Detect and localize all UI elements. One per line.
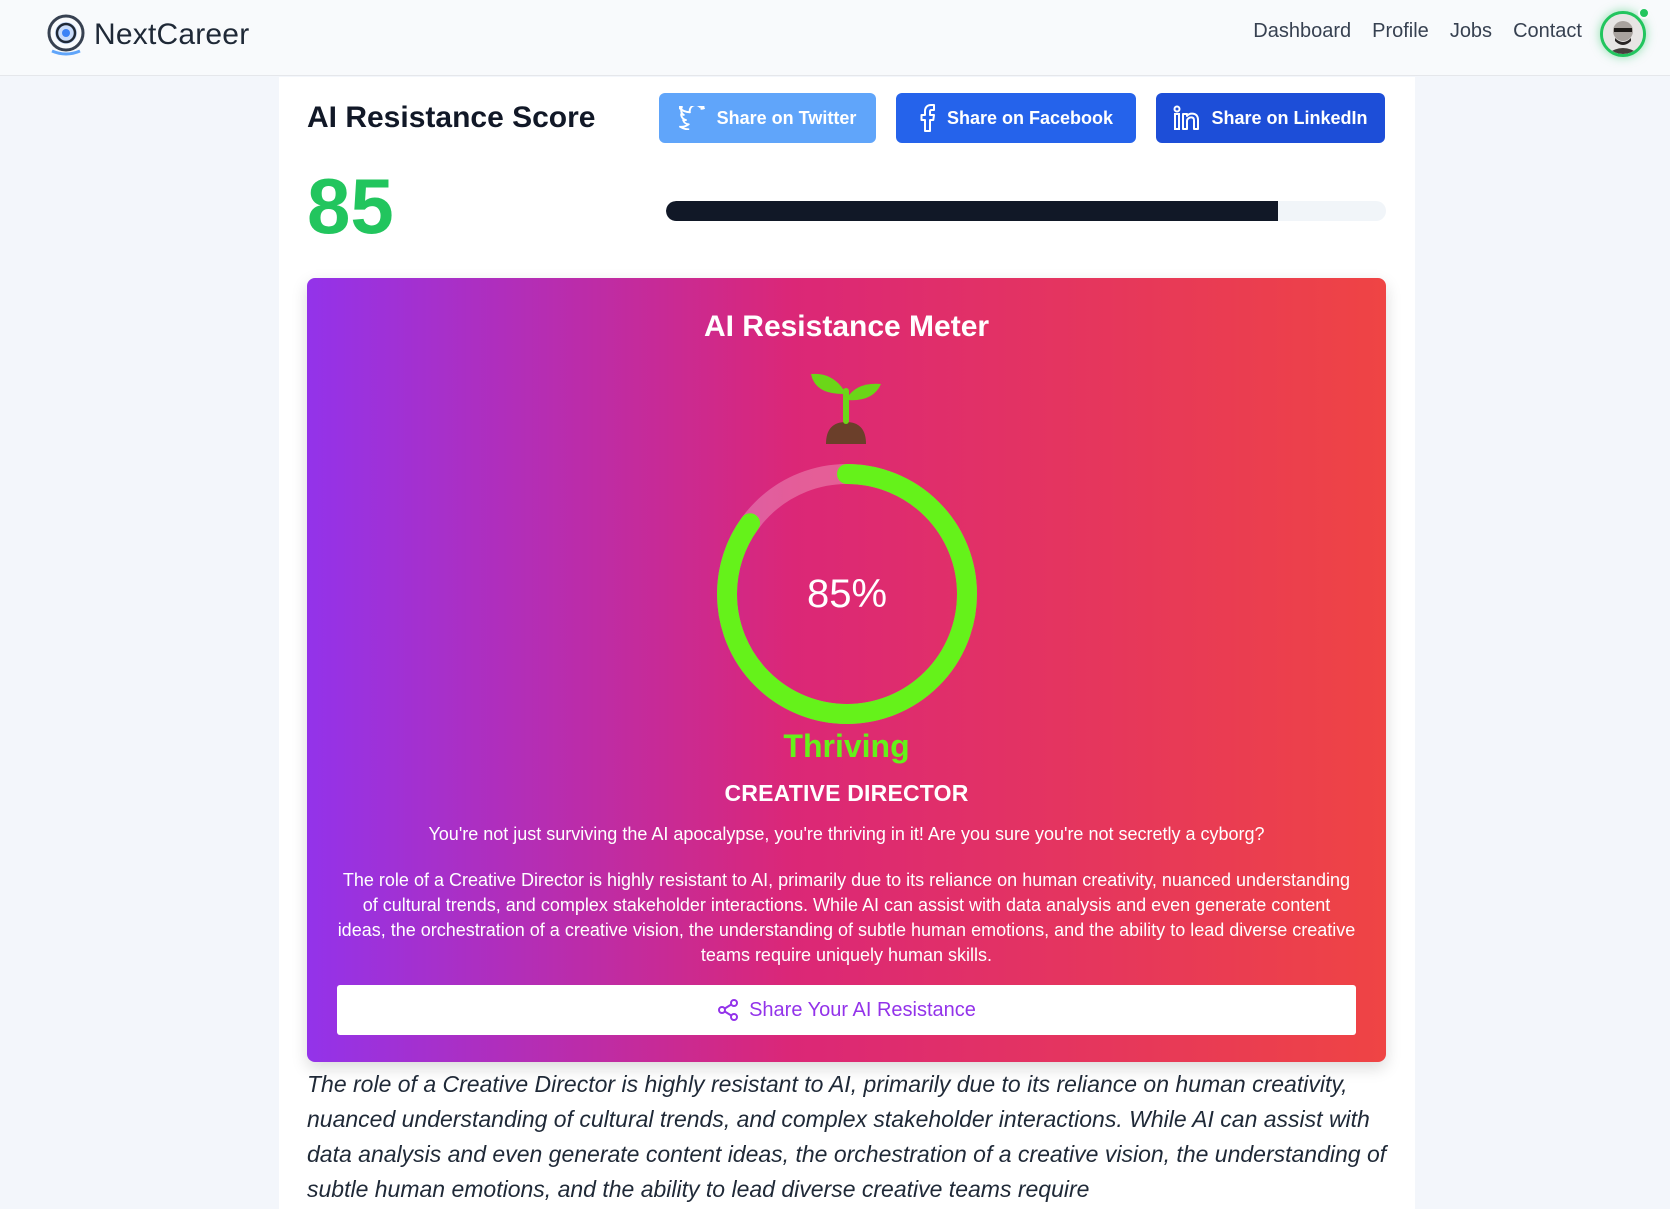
- user-avatar-button[interactable]: [1600, 7, 1650, 57]
- page-title: AI Resistance Score: [307, 101, 596, 134]
- analysis-text: The role of a Creative Director is highl…: [307, 1071, 1387, 1202]
- online-status-dot: [1638, 7, 1650, 19]
- score-progress-bar: [666, 201, 1386, 221]
- nav-dashboard[interactable]: Dashboard: [1253, 20, 1351, 43]
- share-twitter-label: Share on Twitter: [716, 107, 857, 128]
- meter-percent: 85%: [806, 571, 888, 616]
- score-value: 85: [307, 162, 394, 250]
- share-linkedin-label: Share on LinkedIn: [1211, 107, 1368, 128]
- share-buttons: Share on Twitter Share on Facebook Share…: [659, 93, 1385, 143]
- share-facebook-button[interactable]: Share on Facebook: [896, 93, 1136, 143]
- share-ai-resistance-button[interactable]: Share Your AI Resistance: [337, 985, 1356, 1035]
- nextcareer-logo-icon: [47, 14, 85, 56]
- nav-profile[interactable]: Profile: [1372, 20, 1429, 43]
- share-linkedin-button[interactable]: Share on LinkedIn: [1156, 93, 1385, 143]
- share-icon: [718, 999, 739, 1021]
- nav-jobs[interactable]: Jobs: [1450, 20, 1492, 43]
- linkedin-icon: [1173, 105, 1200, 130]
- twitter-icon: [678, 106, 705, 130]
- resistance-meter-card: AI Resistance Meter 85% Thriving CREATIV…: [307, 278, 1386, 1062]
- resistance-status: Thriving: [783, 728, 910, 764]
- brand-name: NextCareer: [94, 18, 250, 51]
- avatar-face-icon: [1603, 14, 1643, 54]
- meter-quip: You're not just surviving the AI apocaly…: [428, 824, 1265, 844]
- meter-title: AI Resistance Meter: [703, 310, 990, 343]
- user-avatar: [1600, 11, 1646, 57]
- share-twitter-button[interactable]: Share on Twitter: [659, 93, 876, 143]
- meter-description: The role of a Creative Director is highl…: [337, 870, 1356, 965]
- main-nav: Dashboard Profile Jobs Contact: [1232, 20, 1582, 43]
- facebook-icon: [920, 104, 935, 132]
- nav-contact[interactable]: Contact: [1513, 20, 1582, 43]
- brand[interactable]: NextCareer: [46, 13, 249, 57]
- share-facebook-label: Share on Facebook: [946, 107, 1114, 128]
- top-navbar: NextCareer Dashboard Profile Jobs Contac…: [0, 0, 1670, 76]
- sprout-icon: [811, 373, 881, 444]
- score-progress-fill: [666, 201, 1278, 221]
- job-title: CREATIVE DIRECTOR: [724, 780, 969, 806]
- main-panel: AI Resistance Score Share on Twitter Sha…: [279, 77, 1415, 1209]
- share-ai-resistance-label: Share Your AI Resistance: [749, 998, 976, 1021]
